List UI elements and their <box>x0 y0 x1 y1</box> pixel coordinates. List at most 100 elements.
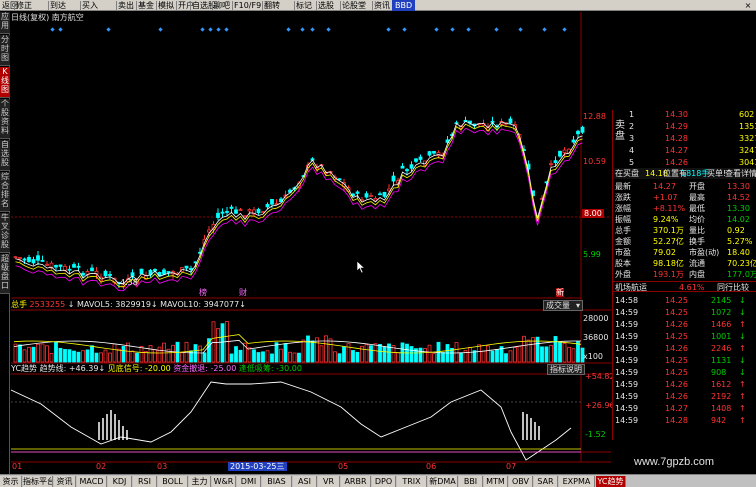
bottom-tab-4[interactable]: KDJ <box>108 476 132 487</box>
left-tab-2[interactable]: K线图 <box>0 67 10 98</box>
volume-bar <box>85 349 90 363</box>
left-tab-1[interactable]: 分时图 <box>0 35 10 66</box>
date-label: 2015-03-25三 <box>228 462 287 471</box>
stat-value: 52.27亿 <box>653 237 684 246</box>
ma-line <box>15 127 583 292</box>
bottom-tab-10[interactable]: BIAS <box>262 476 292 487</box>
volume-dropdown[interactable]: 成交量 ▾ <box>543 300 583 311</box>
bottom-tab-21[interactable]: EXPMA <box>559 476 595 487</box>
left-tab-0[interactable]: 应用 <box>0 12 10 34</box>
volume-bars <box>13 321 585 363</box>
toolbar-item-3[interactable]: 买入 <box>82 0 98 11</box>
stat-label: 市盈(动) <box>689 248 720 257</box>
bottom-tab-12[interactable]: VR <box>318 476 340 487</box>
bottom-tab-5[interactable]: RSI <box>133 476 157 487</box>
stat-value: 14.52 <box>727 193 750 202</box>
left-tab-3[interactable]: 个股资料 <box>0 99 10 139</box>
bottom-tab-18[interactable]: MTM <box>484 476 508 487</box>
arrow-up-icon: ↑ <box>739 404 746 413</box>
volume-bar <box>238 349 243 363</box>
signal-marker <box>224 27 229 32</box>
candle <box>256 209 261 214</box>
toolbar-item-2[interactable]: 到达 <box>50 0 66 11</box>
signal-marker <box>494 27 499 32</box>
toolbar-item-13[interactable]: 选股 <box>318 0 334 11</box>
volume-bar <box>562 342 567 363</box>
event-marker[interactable]: 新 <box>556 288 564 297</box>
bottom-tab-7[interactable]: 主力 <box>189 476 211 487</box>
trend-label: 趋势线 <box>39 364 64 373</box>
left-tab-5[interactable]: 综合排名 <box>0 172 10 212</box>
bottom-tab-13[interactable]: ARBR <box>341 476 371 487</box>
kline-chart[interactable] <box>11 12 611 474</box>
event-marker[interactable]: 财 <box>239 288 247 297</box>
candle <box>508 118 513 124</box>
left-tab-7[interactable]: 超级盘口 <box>0 254 10 294</box>
bottom-tab-0[interactable]: 资示 <box>0 476 22 487</box>
tick-time: 14:59 <box>615 392 639 401</box>
volume-bar <box>261 351 265 363</box>
close-icon[interactable]: × <box>743 1 753 10</box>
volume-bar <box>486 345 490 363</box>
bottom-tab-17[interactable]: BBI <box>459 476 483 487</box>
detail-link[interactable]: 查看详情 <box>725 168 756 179</box>
bottom-tab-1[interactable]: 指标平台 <box>23 476 53 487</box>
tick-row: 14:59 14.26 1466 ↑ <box>613 319 756 330</box>
bottom-tab-9[interactable]: DMI <box>237 476 261 487</box>
bottom-tab-16[interactable]: 新DMA <box>428 476 458 487</box>
stat-row: 市盈 79.02 市盈(动) 18.40 <box>613 247 756 258</box>
tick-volume: 1131 <box>711 356 732 365</box>
tick-volume: 1072 <box>711 308 732 317</box>
stat-row: 总手 370.1万 量比 0.92 <box>613 225 756 236</box>
toolbar-item-5[interactable]: 基金 <box>138 0 154 11</box>
stat-label: 市盈 <box>615 248 631 257</box>
toolbar-item-15[interactable]: 资讯 <box>374 0 390 11</box>
bbd-badge[interactable]: BBD <box>392 0 416 11</box>
candle <box>40 260 45 262</box>
date-label: 03 <box>157 462 168 471</box>
volume-bar <box>378 344 382 363</box>
date-label: 07 <box>506 462 517 471</box>
arrow-down-icon: ↓ <box>739 308 746 317</box>
event-marker[interactable]: 榜 <box>199 288 207 297</box>
book-volume: 3327 <box>739 134 756 143</box>
toolbar-item-6[interactable]: 模拟 <box>158 0 174 11</box>
watermark: www.7gpzb.com <box>634 456 715 468</box>
left-tab-6[interactable]: 牛叉诊股 <box>0 213 10 253</box>
candle <box>31 259 36 264</box>
book-price: 14.28 <box>665 134 688 143</box>
tick-volume: 1001 <box>711 332 732 341</box>
compare-button[interactable]: 同行比较 <box>717 282 749 293</box>
toolbar-item-10[interactable]: F10/F9 <box>234 0 261 11</box>
bottom-tab-19[interactable]: OBV <box>509 476 533 487</box>
indicator-help-button[interactable]: 指标说明 <box>547 364 585 375</box>
stat-value: +1.07 <box>653 193 678 202</box>
volume-bar <box>337 353 342 363</box>
toolbar-item-11[interactable]: 翻转 <box>264 0 280 11</box>
mavol10-label: MAVOL10 <box>160 300 199 309</box>
toolbar-item-12[interactable]: 标记 <box>296 0 312 11</box>
left-tab-4[interactable]: 自选股 <box>0 140 10 171</box>
toolbar-item-4[interactable]: 卖出 <box>118 0 134 11</box>
stat-row: 股本 98.18亿 流通 70.23亿 <box>613 258 756 269</box>
candle <box>558 150 562 157</box>
stat-value: 70.23亿 <box>727 259 756 268</box>
bottom-tab-8[interactable]: W&R <box>212 476 236 487</box>
toolbar-item-9[interactable]: 聊吧 <box>214 0 230 11</box>
volume-bar <box>117 348 121 363</box>
toolbar-item-14[interactable]: 论股堂 <box>342 0 366 11</box>
bottom-tab-15[interactable]: TRIX <box>397 476 427 487</box>
signal-marker <box>518 27 523 32</box>
signal-value: -20.00 <box>144 364 171 373</box>
bottom-tab-2[interactable]: 资讯 <box>54 476 76 487</box>
bottom-tab-20[interactable]: SAR <box>534 476 558 487</box>
stat-row: 金额 52.27亿 换手 5.27% <box>613 236 756 247</box>
bottom-tab-6[interactable]: BOLL <box>158 476 188 487</box>
bottom-tab-22[interactable]: YC趋势 <box>596 476 626 487</box>
bottom-tab-3[interactable]: MACD <box>77 476 107 487</box>
bottom-tab-14[interactable]: DPO <box>372 476 396 487</box>
bottom-tab-11[interactable]: ASI <box>293 476 317 487</box>
volume-bar <box>252 349 256 363</box>
toolbar-item-1[interactable]: 修正 <box>16 0 32 11</box>
volume-bar <box>306 335 310 363</box>
